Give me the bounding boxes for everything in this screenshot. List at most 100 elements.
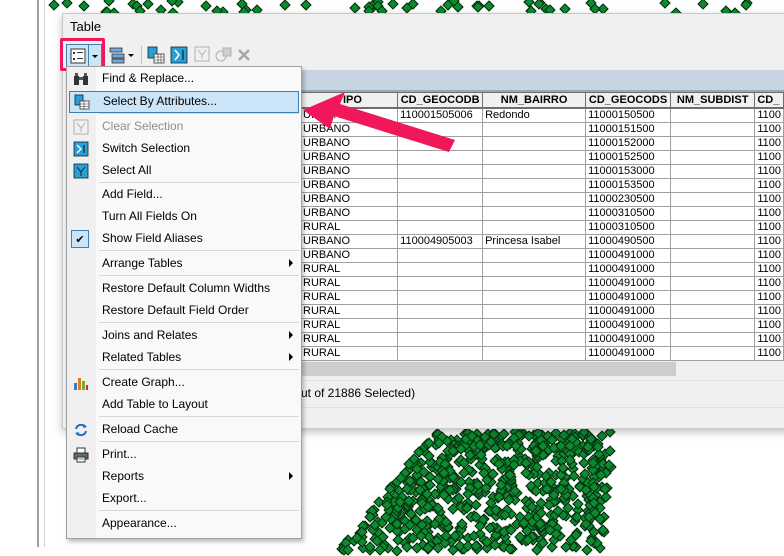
- table-cell[interactable]: RURAL: [299, 290, 399, 305]
- table-cell[interactable]: [669, 150, 756, 165]
- table-cell[interactable]: [482, 206, 587, 221]
- table-cell[interactable]: URBANO: [299, 107, 399, 123]
- table-row[interactable]: URBANO 11000230500 1100: [299, 192, 784, 207]
- table-cell[interactable]: [482, 290, 587, 305]
- table-cell[interactable]: [397, 346, 484, 361]
- menu-item-turn-all-fields-on[interactable]: Turn All Fields On: [67, 206, 301, 228]
- table-cell[interactable]: [482, 122, 587, 137]
- menu-item-reports[interactable]: Reports: [67, 466, 301, 488]
- table-cell[interactable]: 11000230500: [585, 192, 671, 207]
- table-row[interactable]: URBANO 11000152500 1100: [299, 150, 784, 165]
- table-row[interactable]: RURAL 11000491000 1100: [299, 304, 784, 319]
- table-row[interactable]: RURAL 11000491000 1100: [299, 276, 784, 291]
- table-cell[interactable]: [669, 248, 756, 263]
- table-cell[interactable]: [397, 318, 484, 333]
- table-cell[interactable]: [669, 290, 756, 305]
- table-cell[interactable]: URBANO: [299, 206, 399, 221]
- table-cell[interactable]: [397, 290, 484, 305]
- table-cell[interactable]: [397, 178, 484, 193]
- menu-item-export[interactable]: Export...: [67, 488, 301, 510]
- table-cell[interactable]: RURAL: [299, 262, 399, 277]
- menu-item-find-replace[interactable]: Find & Replace...: [67, 68, 301, 90]
- table-cell[interactable]: [482, 262, 587, 277]
- table-cell[interactable]: [669, 122, 756, 137]
- table-cell[interactable]: [669, 276, 756, 291]
- table-cell[interactable]: [397, 192, 484, 207]
- table-cell[interactable]: [669, 192, 756, 207]
- scrollbar-thumb[interactable]: [302, 362, 676, 376]
- table-cell[interactable]: RURAL: [299, 276, 399, 291]
- table-cell[interactable]: [482, 150, 587, 165]
- table-cell[interactable]: [669, 318, 756, 333]
- table-cell[interactable]: [397, 248, 484, 263]
- table-cell[interactable]: URBANO: [299, 164, 399, 179]
- table-cell[interactable]: RURAL: [299, 318, 399, 333]
- table-cell[interactable]: 110001505006: [397, 107, 484, 123]
- menu-item-reload-cache[interactable]: Reload Cache: [67, 419, 301, 441]
- table-row[interactable]: RURAL 11000491000 1100: [299, 346, 784, 361]
- table-cell[interactable]: 1100: [754, 206, 784, 221]
- table-cell[interactable]: [397, 304, 484, 319]
- menu-item-appearance[interactable]: Appearance...: [67, 513, 301, 535]
- table-cell[interactable]: [482, 318, 587, 333]
- menu-item-restore-default-field-order[interactable]: Restore Default Field Order: [67, 300, 301, 322]
- table-cell[interactable]: URBANO: [299, 234, 399, 249]
- table-cell[interactable]: 1100: [754, 262, 784, 277]
- table-cell[interactable]: [397, 150, 484, 165]
- table-row[interactable]: RURAL 11000491000 1100: [299, 262, 784, 277]
- menu-item-create-graph[interactable]: Create Graph...: [67, 372, 301, 394]
- table-cell[interactable]: Redondo: [482, 107, 587, 123]
- table-cell[interactable]: 1100: [754, 178, 784, 193]
- table-row[interactable]: URBANO 110001505006 Redondo 11000150500 1100: [299, 107, 784, 123]
- menu-item-select-all[interactable]: Select All: [67, 160, 301, 182]
- table-cell[interactable]: [669, 136, 756, 151]
- table-cell[interactable]: 1100: [754, 164, 784, 179]
- table-cell[interactable]: [669, 206, 756, 221]
- column-header[interactable]: NM_SUBDIST: [669, 92, 756, 109]
- table-cell[interactable]: [482, 346, 587, 361]
- menu-item-restore-default-column-widths[interactable]: Restore Default Column Widths: [67, 278, 301, 300]
- table-cell[interactable]: RURAL: [299, 332, 399, 347]
- table-cell[interactable]: Princesa Isabel: [482, 234, 587, 249]
- table-cell[interactable]: 11000310500: [585, 220, 671, 235]
- table-cell[interactable]: [669, 220, 756, 235]
- table-cell[interactable]: [482, 332, 587, 347]
- table-cell[interactable]: 11000153500: [585, 178, 671, 193]
- table-cell[interactable]: [397, 276, 484, 291]
- table-cell[interactable]: [669, 164, 756, 179]
- table-cell[interactable]: RURAL: [299, 346, 399, 361]
- table-row[interactable]: URBANO 11000151500 1100: [299, 122, 784, 137]
- related-tables-icon[interactable]: [108, 46, 136, 64]
- table-cell[interactable]: RURAL: [299, 220, 399, 235]
- table-cell[interactable]: [397, 206, 484, 221]
- table-cell[interactable]: 1100: [754, 248, 784, 263]
- table-row[interactable]: RURAL 11000491000 1100: [299, 318, 784, 333]
- table-cell[interactable]: 11000491000: [585, 318, 671, 333]
- table-cell[interactable]: [397, 136, 484, 151]
- table-row[interactable]: URBANO 11000153500 1100: [299, 178, 784, 193]
- table-cell[interactable]: [669, 234, 756, 249]
- column-header[interactable]: CD_GEOCODS: [585, 92, 671, 109]
- select-by-attributes-icon[interactable]: [147, 46, 165, 64]
- table-cell[interactable]: [482, 304, 587, 319]
- table-cell[interactable]: 1100: [754, 220, 784, 235]
- menu-item-add-field[interactable]: Add Field...: [67, 184, 301, 206]
- table-cell[interactable]: 1100: [754, 276, 784, 291]
- table-cell[interactable]: RURAL: [299, 304, 399, 319]
- menu-item-print[interactable]: Print...: [67, 444, 301, 466]
- column-header[interactable]: CD_GEOCODB: [397, 92, 484, 109]
- column-header[interactable]: TIPO: [299, 92, 399, 109]
- table-cell[interactable]: [482, 136, 587, 151]
- table-cell[interactable]: 1100: [754, 318, 784, 333]
- table-cell[interactable]: 1100: [754, 136, 784, 151]
- table-cell[interactable]: [397, 122, 484, 137]
- table-row[interactable]: RURAL 11000310500 1100: [299, 220, 784, 235]
- table-cell[interactable]: [669, 332, 756, 347]
- table-cell[interactable]: [482, 164, 587, 179]
- table-cell[interactable]: [397, 220, 484, 235]
- table-cell[interactable]: 11000491000: [585, 332, 671, 347]
- table-cell[interactable]: 11000491000: [585, 248, 671, 263]
- table-cell[interactable]: 110004905003: [397, 234, 484, 249]
- column-header[interactable]: NM_BAIRRO: [482, 92, 587, 109]
- table-cell[interactable]: [669, 262, 756, 277]
